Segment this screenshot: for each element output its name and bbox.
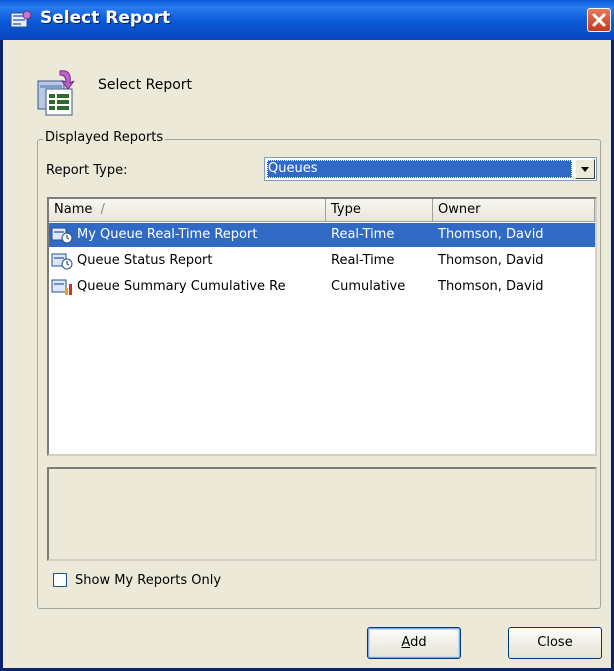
row-type: Real-Time	[331, 253, 395, 268]
table-row[interactable]: My Queue Real-Time Report Real-Time Thom…	[49, 223, 595, 247]
header-label: Select Report	[98, 77, 193, 93]
column-header-owner[interactable]: Owner	[433, 199, 595, 222]
realtime-report-icon	[51, 227, 73, 244]
report-document-icon	[37, 70, 75, 116]
table-row[interactable]: Queue Summary Cumulative Re Cumulative T…	[49, 275, 595, 299]
realtime-report-icon	[51, 253, 73, 270]
table-row[interactable]: Queue Status Report Real-Time Thomson, D…	[49, 249, 595, 273]
select-report-window: Select Report Select Report Displayed Re…	[0, 0, 614, 671]
group-legend: Displayed Reports	[43, 130, 166, 145]
report-type-label: Report Type:	[46, 163, 128, 178]
add-label-rest: dd	[410, 635, 427, 650]
close-label: Close	[537, 635, 573, 650]
row-owner: Thomson, David	[438, 279, 544, 294]
show-my-reports-label[interactable]: Show My Reports Only	[75, 573, 221, 588]
column-type-label: Type	[331, 202, 361, 217]
close-icon	[592, 13, 606, 27]
row-name: Queue Status Report	[77, 253, 213, 268]
report-type-value: Queues	[267, 160, 572, 178]
report-type-select[interactable]: Queues	[264, 157, 597, 181]
column-header-name[interactable]: Name /	[49, 199, 326, 222]
column-header-type[interactable]: Type	[326, 199, 433, 222]
row-name: Queue Summary Cumulative Re	[77, 279, 286, 294]
row-owner: Thomson, David	[438, 253, 544, 268]
title-bar[interactable]: Select Report	[0, 0, 614, 40]
chevron-down-icon[interactable]	[575, 159, 595, 179]
close-button[interactable]: Close	[508, 627, 602, 659]
row-owner: Thomson, David	[438, 227, 544, 242]
close-window-button[interactable]	[587, 8, 611, 32]
show-my-reports-checkbox[interactable]	[53, 573, 67, 587]
reports-list[interactable]: Name / Type Owner My Queue Real-Time Rep…	[47, 197, 597, 456]
sort-indicator-icon: /	[100, 202, 105, 217]
column-name-label: Name	[54, 202, 93, 217]
row-name: My Queue Real-Time Report	[77, 227, 258, 242]
column-owner-label: Owner	[438, 202, 481, 217]
add-button[interactable]: Add	[367, 627, 461, 659]
add-accelerator: A	[401, 635, 411, 650]
cumulative-report-icon	[51, 279, 72, 295]
row-type: Cumulative	[331, 279, 406, 294]
window-title: Select Report	[40, 8, 171, 28]
list-header: Name / Type Owner	[49, 199, 595, 222]
report-app-icon	[10, 10, 32, 28]
report-description-pane	[47, 467, 597, 561]
row-type: Real-Time	[331, 227, 395, 242]
